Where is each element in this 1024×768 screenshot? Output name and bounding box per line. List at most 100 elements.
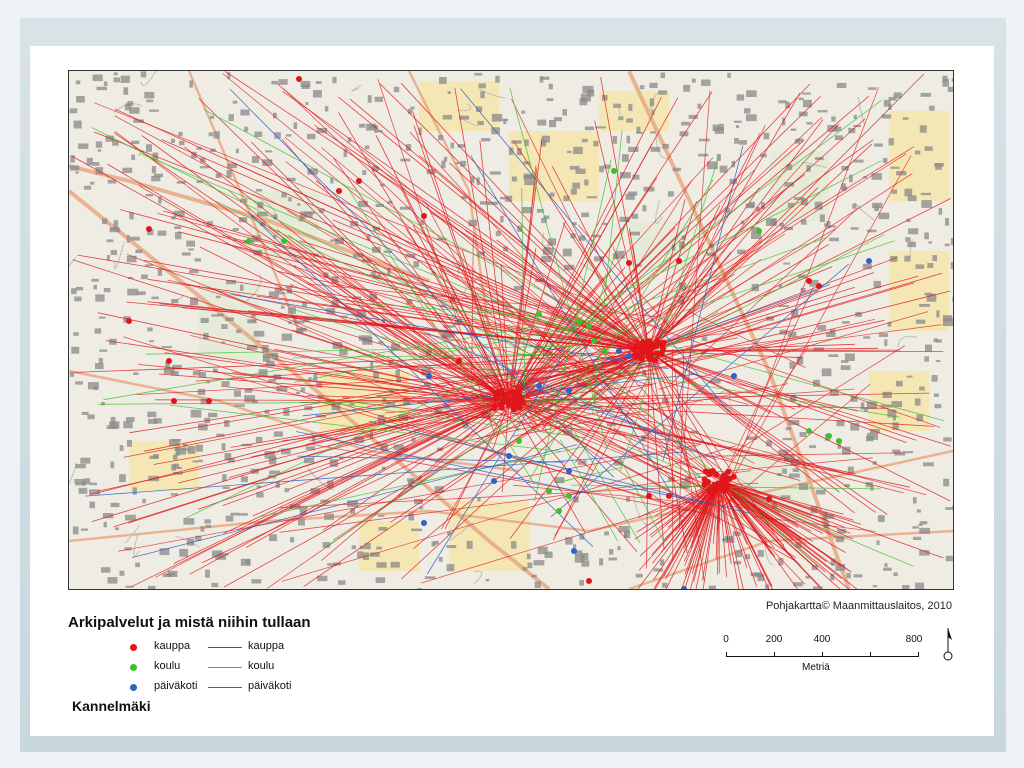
legend-line-label: päiväkoti (248, 680, 292, 692)
kauppa-point (709, 468, 716, 474)
building (867, 432, 878, 440)
building (572, 182, 581, 189)
paivakoti-point (536, 383, 542, 389)
koulu-point (806, 428, 812, 434)
building (586, 196, 598, 199)
building (178, 131, 183, 137)
building (491, 113, 503, 122)
building (332, 76, 337, 84)
building (75, 463, 86, 469)
building (485, 579, 490, 582)
building (103, 521, 107, 528)
building (882, 391, 892, 398)
building (80, 528, 88, 531)
building (171, 299, 179, 304)
kauppa-point (646, 338, 653, 345)
building (145, 264, 153, 267)
building (99, 349, 108, 352)
kauppa-point (766, 496, 772, 502)
building (232, 228, 239, 231)
building (225, 515, 234, 522)
building (573, 146, 583, 154)
koulu-point (826, 433, 832, 439)
building (622, 154, 629, 162)
building (580, 553, 589, 560)
building (919, 304, 930, 307)
building (744, 108, 751, 114)
building (89, 482, 97, 486)
building (305, 102, 309, 106)
building (125, 417, 135, 422)
building (175, 452, 181, 456)
building (878, 333, 888, 337)
building (852, 203, 857, 209)
building (466, 540, 473, 549)
building (579, 579, 584, 586)
building (500, 215, 504, 223)
building (132, 487, 137, 495)
scale-label: 400 (813, 634, 831, 645)
building (489, 171, 501, 175)
building (951, 78, 953, 82)
kauppa-point (586, 578, 592, 584)
building (222, 486, 230, 489)
building (817, 110, 828, 113)
building (636, 131, 643, 134)
building (375, 577, 386, 583)
scale-unit: Metriä (802, 662, 830, 673)
building (799, 432, 807, 437)
building (94, 328, 102, 334)
building (924, 356, 929, 362)
building (624, 532, 628, 538)
paivakoti-point (626, 353, 632, 359)
map-credit: Pohjakartta© Maanmittauslaitos, 2010 (765, 600, 952, 612)
building (109, 227, 120, 230)
building (546, 98, 554, 102)
building (189, 80, 193, 88)
building (567, 150, 572, 154)
building (919, 125, 927, 133)
building (521, 110, 526, 114)
building (915, 582, 925, 589)
building (570, 188, 577, 195)
kauppa-point (514, 389, 521, 396)
kauppa-point (336, 188, 342, 194)
building (924, 146, 933, 151)
building (908, 228, 919, 235)
building (224, 420, 230, 427)
building (148, 418, 158, 424)
building (599, 558, 604, 566)
building (904, 255, 911, 262)
building (478, 83, 486, 89)
building (205, 569, 210, 578)
building (74, 296, 82, 302)
building (240, 109, 250, 116)
building (890, 166, 900, 169)
building (945, 218, 949, 226)
building (896, 380, 903, 387)
building (599, 165, 604, 173)
building (284, 488, 289, 493)
building (650, 131, 656, 134)
building (672, 167, 681, 172)
building (649, 98, 655, 107)
building (281, 333, 293, 341)
building (75, 381, 83, 385)
building (809, 445, 816, 449)
building (215, 173, 222, 178)
map-panel[interactable] (68, 70, 954, 590)
building (101, 567, 111, 573)
building (626, 496, 631, 502)
building (313, 374, 318, 381)
building (667, 191, 674, 197)
building (450, 142, 455, 149)
building (91, 278, 99, 282)
building (708, 585, 716, 589)
building (575, 168, 586, 174)
building (446, 545, 457, 549)
building (738, 140, 747, 145)
building (850, 227, 859, 230)
map-canvas[interactable] (69, 71, 953, 589)
building (374, 96, 383, 102)
building (107, 577, 118, 584)
